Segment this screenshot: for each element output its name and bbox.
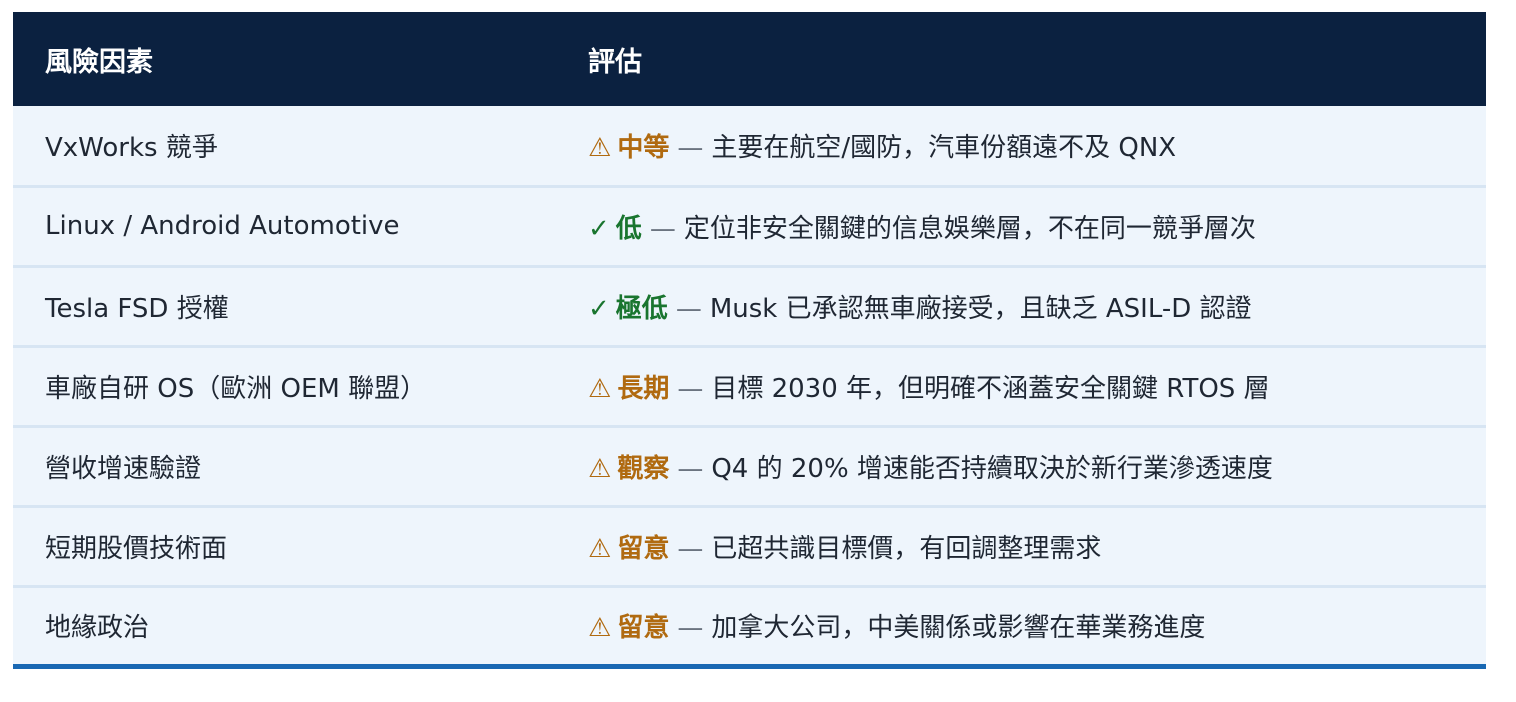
- risk-table: 風險因素 評估 VxWorks 競爭 ⚠ 中等 — 主要在航空/國防，汽車份額遠不及 Q…: [13, 12, 1486, 669]
- em-dash-separator: —: [677, 373, 704, 404]
- risk-factor-cell: 地緣政治: [45, 613, 150, 643]
- risk-factor-cell: VxWorks 競爭: [45, 132, 218, 163]
- assessment-description: Q4 的 20% 增速能否持續取決於新行業滲透速度: [711, 453, 1273, 484]
- risk-table-container: 風險因素 評估 VxWorks 競爭 ⚠ 中等 — 主要在航空/國防，汽車份額遠不及 Q…: [13, 12, 1486, 669]
- risk-factor-cell: 車廠自研 OS（歐洲 OEM 聯盟）: [45, 373, 427, 404]
- assessment-description: 已超共識目標價，有回調整理需求: [711, 533, 1102, 564]
- header-row: 風險因素 評估: [13, 12, 1486, 106]
- assessment-description: 目標 2030 年，但明確不涵蓋安全關鍵 RTOS 層: [711, 373, 1270, 404]
- assessment-description: 主要在航空/國防，汽車份額遠不及 QNX: [711, 132, 1177, 163]
- assessment-description: 加拿大公司，中美關係或影響在華業務進度: [711, 613, 1206, 643]
- assessment-description: 定位非安全關鍵的信息娛樂層，不在同一競爭層次: [683, 213, 1256, 244]
- assessment-cell: ⚠ 留意 — 加拿大公司，中美關係或影響在華業務進度: [556, 586, 1486, 666]
- warning-icon: ⚠: [588, 613, 612, 643]
- risk-level-label: 留意: [617, 613, 670, 643]
- risk-level-label: 觀察: [617, 453, 670, 484]
- assessment-cell: ✓ 低 — 定位非安全關鍵的信息娛樂層，不在同一競爭層次: [556, 186, 1486, 266]
- risk-level-label: 留意: [617, 533, 670, 564]
- assessment-cell: ⚠ 長期 — 目標 2030 年，但明確不涵蓋安全關鍵 RTOS 層: [556, 346, 1486, 426]
- warning-icon: ⚠: [588, 373, 612, 404]
- table-row: Tesla FSD 授權 ✓ 極低 — Musk 已承認無車廠接受，且缺乏 ASIL-D…: [13, 266, 1486, 346]
- em-dash-separator: —: [675, 293, 702, 324]
- risk-factor-cell: Tesla FSD 授權: [45, 293, 229, 324]
- assessment-description: Musk 已承認無車廠接受，且缺乏 ASIL-D 認證: [709, 293, 1252, 324]
- warning-icon: ⚠: [588, 533, 612, 564]
- risk-factor-cell: 營收增速驗證: [45, 453, 202, 484]
- risk-level-label: 長期: [617, 373, 670, 404]
- table-row: 營收增速驗證 ⚠ 觀察 — Q4 的 20% 增速能否持續取決於新行業滲透速度: [13, 426, 1486, 506]
- check-icon: ✓: [588, 293, 610, 324]
- em-dash-separator: —: [677, 533, 704, 564]
- assessment-cell: ✓ 極低 — Musk 已承認無車廠接受，且缺乏 ASIL-D 認證: [556, 266, 1486, 346]
- assessment-cell: ⚠ 留意 — 已超共識目標價，有回調整理需求: [556, 506, 1486, 586]
- em-dash-separator: —: [677, 132, 704, 163]
- table-header: 風險因素 評估: [13, 12, 1486, 106]
- table-row: Linux / Android Automotive ✓ 低 — 定位非安全關鍵的信息娛…: [13, 186, 1486, 266]
- assessment-cell: ⚠ 中等 — 主要在航空/國防，汽車份額遠不及 QNX: [556, 106, 1486, 186]
- em-dash-separator: —: [649, 213, 676, 244]
- warning-icon: ⚠: [588, 132, 612, 163]
- table-row: 車廠自研 OS（歐洲 OEM 聯盟） ⚠ 長期 — 目標 2030 年，但明確不涵蓋安全…: [13, 346, 1486, 426]
- table-body: VxWorks 競爭 ⚠ 中等 — 主要在航空/國防，汽車份額遠不及 QNX Linux …: [13, 106, 1486, 666]
- risk-level-label: 低: [615, 213, 642, 244]
- em-dash-separator: —: [677, 613, 704, 643]
- table-row: 地緣政治 ⚠ 留意 — 加拿大公司，中美關係或影響在華業務進度: [13, 586, 1486, 666]
- header-risk-factor: 風險因素: [45, 46, 153, 78]
- assessment-cell: ⚠ 觀察 — Q4 的 20% 增速能否持續取決於新行業滲透速度: [556, 426, 1486, 506]
- table-row: VxWorks 競爭 ⚠ 中等 — 主要在航空/國防，汽車份額遠不及 QNX: [13, 106, 1486, 186]
- risk-factor-cell: Linux / Android Automotive: [45, 211, 400, 241]
- warning-icon: ⚠: [588, 453, 612, 484]
- header-assessment: 評估: [588, 46, 642, 78]
- risk-level-label: 極低: [615, 293, 668, 324]
- risk-level-label: 中等: [617, 132, 670, 163]
- em-dash-separator: —: [677, 453, 704, 484]
- check-icon: ✓: [588, 213, 610, 244]
- risk-factor-cell: 短期股價技術面: [45, 533, 228, 564]
- table-row: 短期股價技術面 ⚠ 留意 — 已超共識目標價，有回調整理需求: [13, 506, 1486, 586]
